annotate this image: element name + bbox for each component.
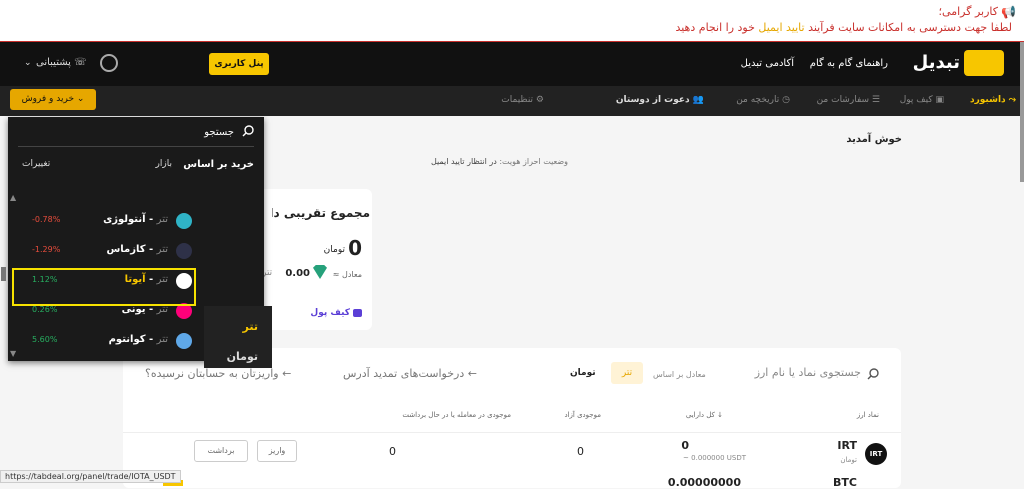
coin-row-cut [20,189,196,193]
highlight-box [12,268,196,306]
asset-total-usdt: ~ 0.000000 USDT [683,454,746,462]
nav-invite[interactable]: دعوت از دوستان 👥 [616,95,704,105]
total-assets-card: مجموع تقریبی دارایی 0 تومان ≈ معادل 0.00… [262,189,372,330]
sort-down-icon: ↓ [717,411,723,419]
currency-selector: تتر تومان [204,306,272,368]
coin-icon [176,243,192,259]
coin-row-0[interactable]: تتر - آنتولوژی -0.78% [20,207,196,237]
coin-change: -1.29% [32,245,61,254]
phone-icon: ☏ [74,57,87,68]
nav-wallet[interactable]: کیف پول ▣ [900,95,944,105]
col-free: موجودی آزاد [564,411,601,419]
usdt-value: 0.00 [285,268,310,279]
support-dropdown[interactable]: پشتیبانی ☏ [36,57,87,68]
col-total[interactable]: کل دارایی ↓ [686,411,723,419]
divider [123,432,901,433]
coin-row-1[interactable]: تتر - کازماس -1.29% [20,237,196,267]
deposit-button[interactable]: واریز [257,440,297,462]
coin-name: تتر - کازماس [106,244,168,255]
megaphone-icon: 📢 [1001,5,1016,19]
currency-toman[interactable]: تومان [227,350,258,363]
coin-change: 5.60% [32,335,58,344]
nav-history[interactable]: تاریخچه من ◷ [736,95,790,105]
nav-settings[interactable]: تنظیمات ⚙ [501,95,544,105]
extend-address-link[interactable]: درخواست‌های تمدید آدرس ← [343,367,477,380]
market-dropdown: جستجو خرید بر اساس بازار تغییرات تتر توم… [8,117,272,368]
logo-text[interactable]: تبدیل [913,52,960,73]
coin-icon [176,213,192,229]
withdraw-button[interactable]: برداشت [194,440,248,462]
top-bar: تبدیل راهنمای گام به گام آکادمی تبدیل پن… [0,42,1024,86]
welcome-title: خوش آمدید [846,134,902,145]
orders-icon: ☰ [871,95,880,105]
academy-link[interactable]: آکادمی تبدیل [741,58,794,69]
market-header: بازار [155,159,172,169]
equiv-label: معادل بر اساس [653,370,706,379]
wallet-icon [353,308,362,317]
wallet-icon: ▣ [935,95,944,105]
equiv-toman-tab[interactable]: تومان [570,368,596,378]
main-nav: داشبورد ⤳ کیف پول ▣ سفارشات من ☰ تاریخچه… [0,86,1024,116]
market-search[interactable]: جستجو [18,121,254,147]
asset-name: تومان [840,456,857,464]
asset-total: 0 [681,439,689,452]
coin-change: -0.78% [32,215,61,224]
coin-icon [176,333,192,349]
email-verification-notice: 📢 کاربر گرامی؛ لطفا جهت دسترسی به امکانا… [0,0,1024,42]
nav-dashboard[interactable]: داشبورد ⤳ [970,95,1016,105]
asset-locked: 0 [389,445,396,458]
changes-header: تغییرات [22,159,51,169]
status-url: https://tabdeal.org/panel/trade/IOTA_USD… [0,470,181,483]
scrollbar-thumb[interactable] [1,267,6,281]
tether-icon [313,265,327,279]
verify-email-link[interactable]: تایید ایمیل [758,21,804,34]
user-avatar-icon[interactable] [100,54,118,72]
notice-greeting: کاربر گرامی؛ [938,5,998,18]
logo-icon[interactable] [964,50,1004,76]
coin-name: تتر - کوانتوم [108,334,168,345]
coin-name: تتر - آنتولوژی [103,214,168,225]
asset-search-input[interactable]: جستجوی نماد یا نام ارز [755,366,861,379]
deposit-missing-link[interactable]: واریزتان به حسابتان نرسیده؟ ← [145,367,291,380]
col-symbol: نماد ارز [856,411,879,419]
user-panel-button[interactable]: پنل کاربری [209,53,269,75]
card-title: مجموع تقریبی دارایی [272,206,370,220]
notice-message: لطفا جهت دسترسی به امکانات سایت فرآیند ت… [675,21,1012,34]
asset-symbol: IRT [837,439,857,452]
page-scrollbar[interactable] [1020,42,1024,182]
irt-icon: IRT [865,443,887,465]
asset-free: 0 [577,445,584,458]
search-icon [867,368,879,380]
market-search-input[interactable]: جستجو [204,127,234,138]
coin-change: 0.26% [32,305,58,314]
equiv-teter-tab[interactable]: تتر [611,362,643,384]
kyc-status: وضعیت احراز هویت: در انتظار تایید ایمیل [430,157,568,166]
wallet-link[interactable]: کیف پول [310,308,362,318]
guide-link[interactable]: راهنمای گام به گام [810,58,888,69]
approx-label: ≈ معادل [332,270,362,279]
search-icon [242,125,254,137]
buy-sell-button[interactable]: خرید و فروش ⌄ [10,89,96,110]
users-icon: 👥 [692,95,704,105]
nav-orders[interactable]: سفارشات من ☰ [817,95,880,105]
chevron-down-icon[interactable]: ⌄ [24,58,32,68]
amount-unit: تومان [323,245,345,255]
currency-teter[interactable]: تتر [243,320,258,333]
gear-icon: ⚙ [535,95,544,105]
coin-row-4[interactable]: تتر - کوانتوم 5.60% [20,327,196,357]
chart-icon: ⤳ [1008,95,1016,105]
history-icon: ◷ [782,95,790,105]
sort-by-label: خرید بر اساس [183,159,254,170]
col-locked: موجودی در معامله یا در حال برداشت [402,411,511,419]
assets-table: جستجوی نماد یا نام ارز معادل بر اساس تتر… [123,348,901,489]
total-amount: 0 [348,236,362,260]
